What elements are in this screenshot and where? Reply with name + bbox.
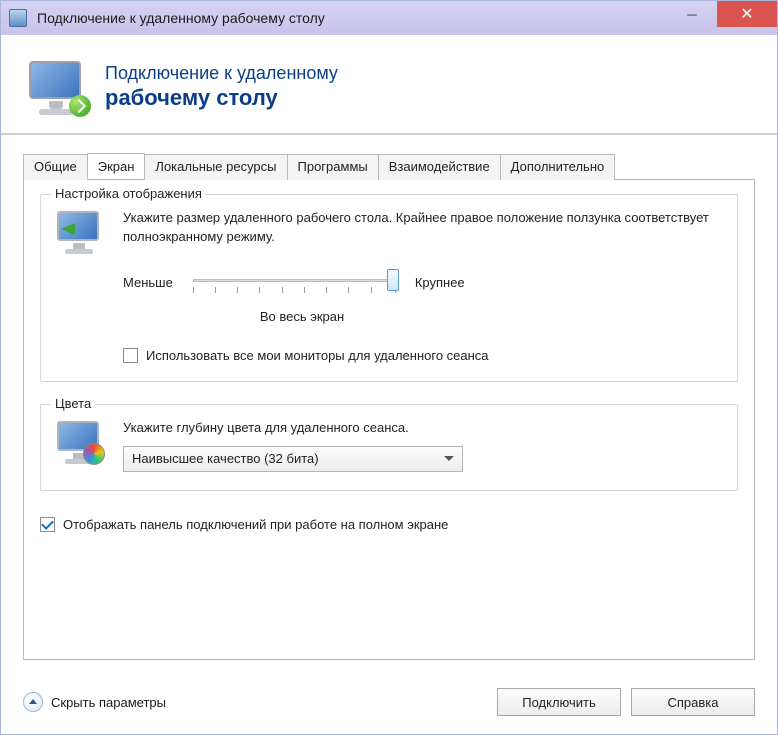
resolution-slider[interactable] — [189, 265, 399, 301]
tab-experience[interactable]: Взаимодействие — [378, 154, 501, 180]
rdp-window: Подключение к удаленному рабочему столу … — [0, 0, 778, 735]
group-display-legend: Настройка отображения — [51, 186, 206, 201]
tab-panel-display: Настройка отображения Укажите размер уда… — [23, 179, 755, 660]
tab-programs[interactable]: Программы — [287, 154, 379, 180]
checkbox-use-all-monitors-label: Использовать все мои мониторы для удален… — [146, 348, 489, 363]
tabstrip: Общие Экран Локальные ресурсы Программы … — [23, 153, 755, 179]
slider-thumb[interactable] — [387, 269, 399, 291]
tab-local-resources[interactable]: Локальные ресурсы — [144, 154, 287, 180]
hide-options-label: Скрыть параметры — [51, 695, 166, 710]
window-title: Подключение к удаленному рабочему столу — [37, 10, 325, 26]
body: Общие Экран Локальные ресурсы Программы … — [1, 135, 777, 674]
group-colors-legend: Цвета — [51, 396, 95, 411]
slider-caption: Во весь экран — [197, 309, 407, 324]
slider-max-label: Крупнее — [415, 275, 465, 290]
group-colors: Цвета Укажите глубину цвета для удаленно… — [40, 404, 738, 491]
checkbox-use-all-monitors[interactable] — [123, 348, 138, 363]
checkbox-connection-bar[interactable] — [40, 517, 55, 532]
display-desc: Укажите размер удаленного рабочего стола… — [123, 209, 723, 247]
minimize-button[interactable]: ─ — [667, 1, 717, 27]
color-depth-selected: Наивысшее качество (32 бита) — [132, 451, 319, 466]
color-depth-icon — [55, 419, 107, 472]
connection-bar-row: Отображать панель подключений при работе… — [40, 517, 738, 532]
tab-display[interactable]: Экран — [87, 153, 146, 179]
tab-general[interactable]: Общие — [23, 154, 88, 180]
titlebar: Подключение к удаленному рабочему столу … — [1, 1, 777, 35]
connect-badge-icon — [69, 95, 91, 117]
window-controls: ─ ✕ — [667, 1, 777, 27]
collapse-arrow-icon — [23, 692, 43, 712]
help-button[interactable]: Справка — [631, 688, 755, 716]
footer: Скрыть параметры Подключить Справка — [1, 674, 777, 734]
checkbox-connection-bar-label: Отображать панель подключений при работе… — [63, 517, 448, 532]
banner-line2: рабочему столу — [105, 85, 338, 111]
chevron-down-icon — [444, 456, 454, 461]
tab-advanced[interactable]: Дополнительно — [500, 154, 616, 180]
banner-line1: Подключение к удаленному — [105, 63, 338, 85]
hide-options-link[interactable]: Скрыть параметры — [23, 692, 166, 712]
slider-min-label: Меньше — [123, 275, 173, 290]
display-size-icon — [55, 209, 107, 363]
header-banner: Подключение к удаленному рабочему столу — [1, 35, 777, 135]
close-button[interactable]: ✕ — [717, 1, 777, 27]
banner-text: Подключение к удаленному рабочему столу — [105, 63, 338, 111]
app-icon — [9, 9, 27, 27]
color-desc: Укажите глубину цвета для удаленного сеа… — [123, 419, 723, 438]
connect-button[interactable]: Подключить — [497, 688, 621, 716]
rdp-icon — [25, 59, 87, 115]
color-depth-dropdown[interactable]: Наивысшее качество (32 бита) — [123, 446, 463, 472]
group-display-config: Настройка отображения Укажите размер уда… — [40, 194, 738, 382]
